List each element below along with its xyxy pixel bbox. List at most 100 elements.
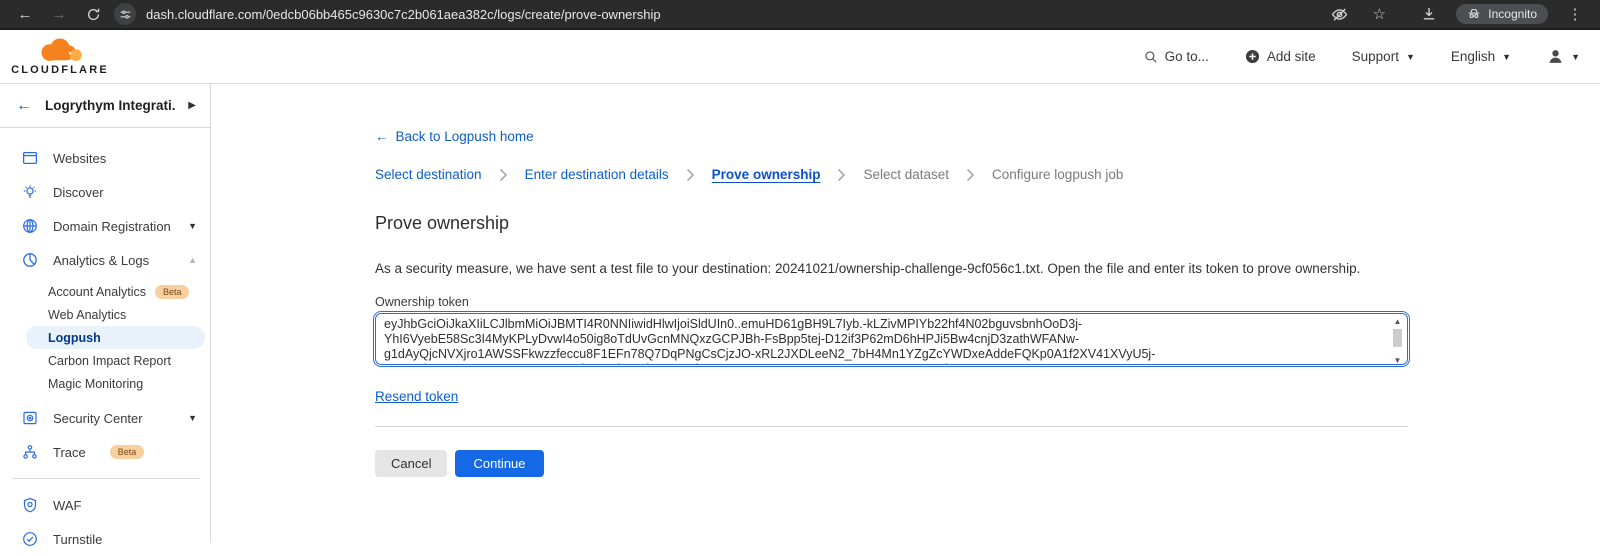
app-header: CLOUDFLARE Go to... Add site Support ▼ E… — [0, 30, 1600, 84]
back-arrow-icon: ← — [375, 129, 389, 144]
support-menu[interactable]: Support ▼ — [1352, 49, 1415, 64]
back-arrow-icon[interactable]: ← — [16, 97, 32, 115]
browser-menu-icon[interactable]: ⋮ — [1562, 2, 1588, 26]
chevron-down-icon: ▼ — [188, 413, 197, 423]
sidebar-subitem-label: Magic Monitoring — [48, 377, 143, 391]
sidebar-item-waf[interactable]: WAF — [0, 488, 210, 522]
cloudflare-cloud-icon — [28, 37, 92, 63]
scroll-down-icon[interactable]: ▼ — [1394, 356, 1402, 366]
step-select-destination[interactable]: Select destination — [375, 167, 482, 182]
sidebar-item-domain-registration[interactable]: Domain Registration ▼ — [0, 209, 210, 243]
sidebar-subitem-label: Carbon Impact Report — [48, 354, 171, 368]
account-switcher[interactable]: ← Logrythym Integrati... ▶ — [0, 84, 210, 128]
sidebar-subitem-carbon-impact-report[interactable]: Carbon Impact Report — [0, 349, 210, 372]
pie-chart-icon — [22, 252, 38, 268]
ownership-token-label: Ownership token — [375, 295, 1600, 309]
sidebar-subitem-label: Web Analytics — [48, 308, 126, 322]
add-site-button[interactable]: Add site — [1245, 49, 1316, 64]
sidebar-item-label: Security Center — [53, 411, 143, 426]
incognito-icon — [1467, 7, 1481, 21]
bulb-icon — [22, 184, 38, 200]
sidebar-subitem-label: Account Analytics — [48, 285, 146, 299]
account-name: Logrythym Integrati... — [45, 98, 175, 113]
beta-badge: Beta — [155, 285, 190, 299]
bookmark-star-icon[interactable]: ☆ — [1366, 2, 1392, 26]
sidebar-item-label: Domain Registration — [53, 219, 171, 234]
resend-token-link[interactable]: Resend token — [375, 389, 458, 404]
sidebar-item-discover[interactable]: Discover — [0, 175, 210, 209]
sidebar-item-label: Analytics & Logs — [53, 253, 149, 268]
sidebar-item-security-center[interactable]: Security Center ▼ — [0, 401, 210, 435]
chevron-right-icon — [686, 168, 695, 182]
goto-search[interactable]: Go to... — [1144, 49, 1209, 64]
wizard-steps: Select destination Enter destination det… — [375, 167, 1600, 182]
step-configure-logpush-job[interactable]: Configure logpush job — [992, 167, 1123, 182]
add-site-label: Add site — [1267, 49, 1316, 64]
goto-label: Go to... — [1165, 49, 1209, 64]
chevron-right-icon — [837, 168, 846, 182]
search-icon — [1144, 50, 1158, 64]
chevron-right-icon[interactable]: ▶ — [188, 100, 196, 111]
language-menu[interactable]: English ▼ — [1451, 49, 1511, 64]
chevron-down-icon: ▼ — [1502, 52, 1511, 62]
section-divider — [375, 426, 1408, 427]
cancel-button[interactable]: Cancel — [375, 450, 447, 477]
main-content: ← Back to Logpush home Select destinatio… — [211, 84, 1600, 542]
language-label: English — [1451, 49, 1495, 64]
window-icon — [22, 150, 38, 166]
sidebar-divider — [12, 478, 200, 479]
continue-button[interactable]: Continue — [455, 450, 543, 477]
address-bar[interactable]: dash.cloudflare.com/0edcb06bb465c9630c7c… — [114, 3, 1318, 25]
url-text[interactable]: dash.cloudflare.com/0edcb06bb465c9630c7c… — [146, 7, 661, 22]
sidebar-item-label: Discover — [53, 185, 104, 200]
sidebar-subitem-logpush[interactable]: Logpush — [26, 326, 205, 349]
sidebar-item-label: Websites — [53, 151, 106, 166]
plus-circle-icon — [1245, 49, 1260, 64]
textarea-scrollbar[interactable]: ▲ ▼ — [1391, 317, 1404, 366]
scroll-up-icon[interactable]: ▲ — [1394, 317, 1402, 327]
site-info-icon[interactable] — [114, 3, 136, 25]
step-prove-ownership[interactable]: Prove ownership — [712, 167, 821, 182]
sidebar-item-analytics-logs[interactable]: Analytics & Logs ▲ — [0, 243, 210, 277]
browser-forward-icon[interactable]: → — [46, 2, 72, 26]
sidebar-item-websites[interactable]: Websites — [0, 141, 210, 175]
beta-badge: Beta — [110, 445, 145, 459]
chevron-down-icon: ▼ — [1571, 52, 1580, 62]
description-text: As a security measure, we have sent a te… — [375, 261, 1600, 276]
safe-icon — [22, 410, 38, 426]
scrollbar-thumb[interactable] — [1393, 329, 1402, 347]
sidebar-item-label: Turnstile — [53, 532, 102, 547]
browser-back-icon[interactable]: ← — [12, 2, 38, 26]
sidebar-subitem-label: Logpush — [48, 331, 101, 345]
chevron-right-icon — [499, 168, 508, 182]
sidebar-item-label: WAF — [53, 498, 81, 513]
cloudflare-logo[interactable]: CLOUDFLARE — [12, 37, 108, 76]
sidebar-item-trace[interactable]: Trace Beta — [0, 435, 210, 469]
browser-toolbar: ← → dash.cloudflare.com/0edcb06bb465c963… — [0, 0, 1600, 30]
sidebar-item-label: Trace — [53, 445, 86, 460]
download-icon[interactable] — [1416, 2, 1442, 26]
page-title: Prove ownership — [375, 213, 1600, 234]
chevron-right-icon — [966, 168, 975, 182]
sidebar-subitem-magic-monitoring[interactable]: Magic Monitoring — [0, 372, 210, 395]
ownership-token-input[interactable]: eyJhbGciOiJkaXIiLCJlbmMiOiJBMTI4R0NNIiwi… — [375, 313, 1408, 365]
eye-off-icon[interactable] — [1326, 2, 1352, 26]
chevron-down-icon: ▼ — [188, 221, 197, 231]
browser-reload-icon[interactable] — [80, 2, 106, 26]
sidebar: ← Logrythym Integrati... ▶ Websites Disc… — [0, 84, 211, 542]
back-to-logpush-link[interactable]: ← Back to Logpush home — [375, 129, 534, 144]
step-enter-destination-details[interactable]: Enter destination details — [525, 167, 669, 182]
shield-icon — [22, 497, 38, 513]
step-select-dataset[interactable]: Select dataset — [863, 167, 949, 182]
trace-icon — [22, 444, 38, 460]
back-link-label: Back to Logpush home — [396, 129, 534, 144]
sidebar-subitem-account-analytics[interactable]: Account Analytics Beta — [0, 280, 210, 303]
scrollbar-track[interactable] — [1391, 327, 1404, 356]
sidebar-item-turnstile[interactable]: Turnstile — [0, 522, 210, 556]
sidebar-subitem-web-analytics[interactable]: Web Analytics — [0, 303, 210, 326]
support-label: Support — [1352, 49, 1399, 64]
chevron-up-icon: ▲ — [188, 255, 197, 265]
check-circle-icon — [22, 531, 38, 547]
account-menu[interactable]: ▼ — [1547, 48, 1580, 65]
incognito-badge: Incognito — [1456, 4, 1548, 24]
